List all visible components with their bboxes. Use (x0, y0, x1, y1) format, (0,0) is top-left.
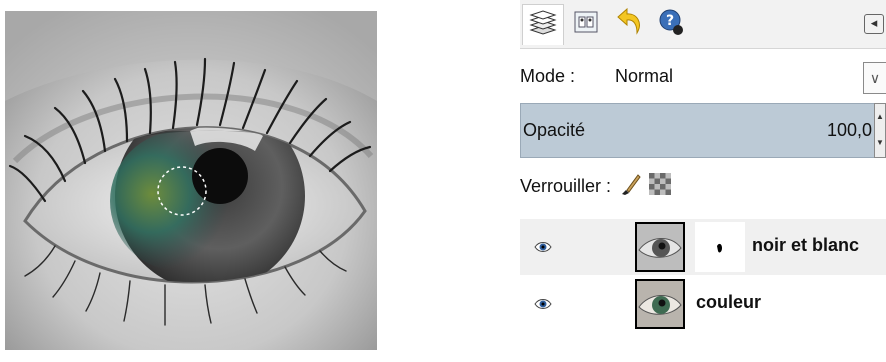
spin-down-icon[interactable]: ▼ (875, 130, 885, 156)
layers-dock: ? ◂ Mode : Normal ∨ Opacité 100,0 ▲ ▼ Ve… (520, 0, 886, 362)
eye-visibility-icon[interactable] (534, 238, 552, 256)
undo-history-icon (615, 7, 645, 42)
layer-name[interactable]: noir et blanc (752, 235, 859, 256)
help-icon: ? (657, 7, 687, 42)
layers-icon (528, 8, 558, 43)
lock-alpha-checker-icon[interactable] (648, 172, 672, 196)
layer-name[interactable]: couleur (696, 292, 761, 313)
mode-label: Mode : (520, 66, 576, 86)
lock-pixels-brush-icon[interactable] (618, 172, 642, 196)
layer-thumbnail-grayscale[interactable] (635, 222, 685, 272)
layer-row-noir-et-blanc[interactable]: noir et blanc (520, 219, 886, 275)
opacity-slider[interactable]: Opacité 100,0 (520, 103, 877, 158)
chevron-down-icon[interactable]: ∨ (863, 62, 886, 94)
eye-photo-canvas[interactable] (5, 11, 377, 350)
mode-dropdown-value[interactable]: Normal (615, 66, 673, 87)
undo-history-tab[interactable] (610, 4, 650, 44)
layer-mask-thumbnail[interactable] (695, 222, 745, 272)
dock-tab-bar: ? ◂ (520, 0, 886, 49)
opacity-label: Opacité (523, 120, 586, 140)
opacity-value: 100,0 (826, 120, 872, 140)
help-tab[interactable]: ? (652, 4, 692, 44)
channels-tab[interactable] (566, 4, 606, 44)
svg-text:?: ? (666, 13, 674, 29)
opacity-spin-buttons[interactable]: ▲ ▼ (874, 103, 886, 158)
eye-visibility-icon[interactable] (534, 295, 552, 313)
tab-menu-icon[interactable]: ◂ (864, 14, 884, 34)
channels-icon (572, 8, 600, 41)
lock-label: Verrouiller : (520, 176, 612, 196)
layers-tab[interactable] (522, 4, 564, 45)
layer-row-couleur[interactable]: couleur (520, 276, 886, 332)
layer-thumbnail-color[interactable] (635, 279, 685, 329)
spin-up-icon[interactable]: ▲ (875, 104, 885, 130)
eye-photo (5, 11, 377, 350)
